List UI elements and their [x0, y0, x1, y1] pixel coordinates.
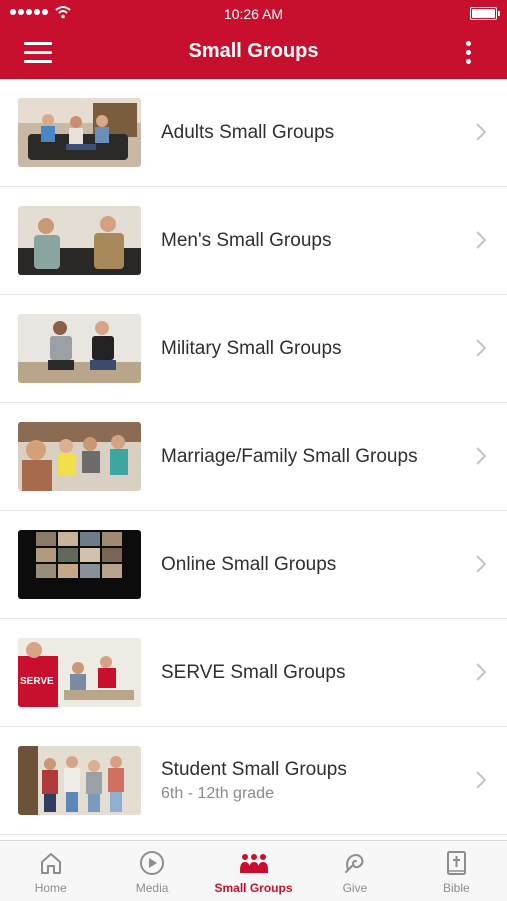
group-title: Military Small Groups: [161, 337, 342, 359]
marriage-family-group-photo: [18, 422, 141, 491]
status-time: 10:26 AM: [223, 6, 284, 22]
group-title: Adults Small Groups: [161, 121, 335, 143]
tab-label: Give: [342, 881, 368, 895]
list-item-adults[interactable]: Adults Small Groups: [0, 79, 507, 187]
group-title: Online Small Groups: [161, 553, 337, 575]
tab-label: Media: [135, 881, 169, 895]
mens-group-photo: [18, 206, 141, 275]
play-icon: [140, 851, 165, 875]
list-item-student[interactable]: Student Small Groups 6th - 12th grade: [0, 727, 507, 835]
tab-bible[interactable]: Bible: [406, 841, 507, 901]
list-item-military[interactable]: Military Small Groups: [0, 295, 507, 403]
tab-small-groups[interactable]: Small Groups: [203, 841, 304, 901]
bible-icon: [447, 851, 467, 875]
more-options-button[interactable]: [461, 40, 477, 66]
group-title: Men's Small Groups: [161, 229, 332, 251]
tab-give[interactable]: Give: [304, 841, 405, 901]
chevron-right-icon: [476, 447, 487, 465]
battery-icon: [470, 7, 500, 20]
tab-media[interactable]: Media: [101, 841, 202, 901]
list-item-men[interactable]: Men's Small Groups: [0, 187, 507, 295]
tab-bar: Home Media Small Groups Give Bible: [0, 840, 507, 901]
chevron-right-icon: [476, 663, 487, 681]
tab-home[interactable]: Home: [0, 841, 101, 901]
page-title: Small Groups: [188, 40, 319, 62]
chevron-right-icon: [476, 771, 487, 789]
chevron-right-icon: [476, 555, 487, 573]
tab-label: Small Groups: [214, 881, 293, 895]
student-group-photo: [18, 746, 141, 815]
chevron-right-icon: [476, 231, 487, 249]
list-item-marriage-family[interactable]: Marriage/Family Small Groups: [0, 403, 507, 511]
chevron-right-icon: [476, 123, 487, 141]
tab-label: Home: [34, 881, 67, 895]
adults-group-photo: [18, 98, 141, 167]
home-icon: [40, 853, 61, 874]
online-group-photo: [18, 530, 141, 599]
list-item-serve[interactable]: SERVE SERVE Small Groups: [0, 619, 507, 727]
military-group-photo: [18, 314, 141, 383]
group-icon: [239, 854, 268, 873]
group-title: SERVE Small Groups: [161, 661, 346, 683]
serve-shirt-text: SERVE: [20, 676, 54, 687]
serve-group-photo: SERVE: [18, 638, 141, 707]
app-header: 10:26 AM Small Groups: [0, 0, 507, 79]
group-title: Student Small Groups: [161, 758, 347, 780]
give-icon: [344, 854, 364, 873]
list-item-online[interactable]: Online Small Groups: [0, 511, 507, 619]
group-title: Marriage/Family Small Groups: [161, 445, 418, 467]
groups-list: Adults Small Groups Men's Small Groups M…: [0, 79, 507, 835]
chevron-right-icon: [476, 339, 487, 357]
tab-label: Bible: [442, 881, 470, 895]
group-subtitle: 6th - 12th grade: [161, 784, 274, 802]
status-bar: 10:26 AM: [0, 5, 507, 23]
